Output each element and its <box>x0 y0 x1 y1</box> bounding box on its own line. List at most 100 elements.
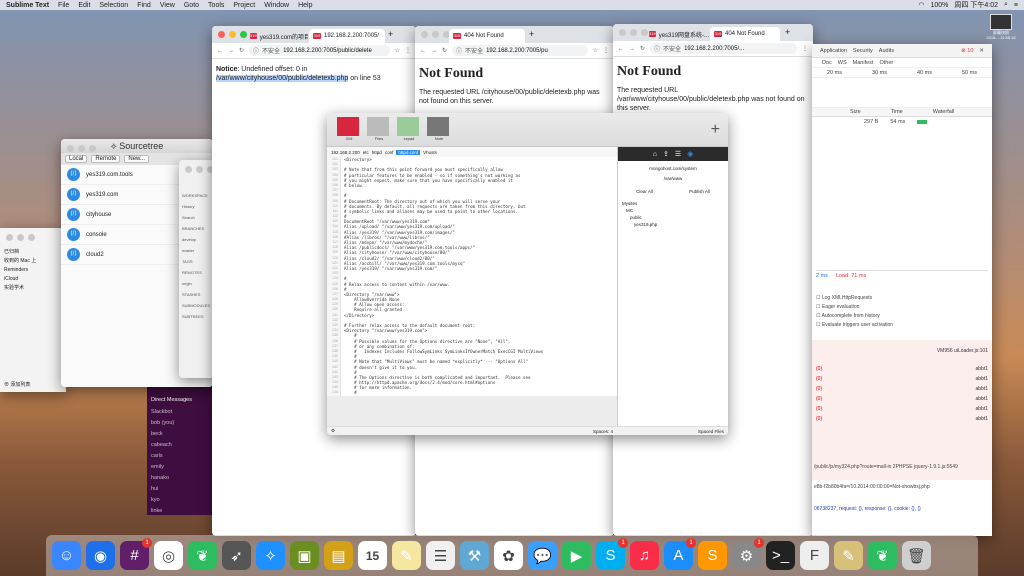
dock-facetime-icon[interactable]: ▶ <box>562 541 591 570</box>
window-controls[interactable] <box>218 31 247 38</box>
new-button[interactable]: New... <box>124 155 150 163</box>
dock-rocket-icon[interactable]: ➶ <box>222 541 251 570</box>
sidebar-item[interactable]: Search <box>182 212 210 223</box>
new-tab-button[interactable]: + <box>529 29 534 39</box>
notes-list-item[interactable]: 实验学术 <box>4 284 36 293</box>
open-file-thumb[interactable]: Note <box>427 117 451 141</box>
console-source[interactable]: abbt1 <box>975 406 988 412</box>
menu-find[interactable]: Find <box>137 2 151 9</box>
dock-terminal-icon[interactable]: >_ <box>766 541 795 570</box>
upload-icon[interactable]: ⇪ <box>663 150 669 158</box>
tab-security[interactable]: Security <box>853 48 873 54</box>
globe-icon[interactable]: ◉ <box>687 150 693 158</box>
back-icon[interactable]: ← <box>420 48 426 54</box>
dock-messages-icon[interactable]: 💬 <box>528 541 557 570</box>
address-input[interactable]: ⓘ 不安全 192.168.2.200:7005/pu <box>452 45 588 56</box>
dm-item[interactable]: Slackbot <box>151 407 213 418</box>
sidebar-item[interactable]: STASHES <box>182 289 210 300</box>
col-time[interactable]: Time <box>891 109 903 115</box>
dock-app-store-icon[interactable]: A1 <box>664 538 696 570</box>
sidebar-item[interactable]: develop <box>182 234 210 245</box>
dock-reminders-icon[interactable]: ☰ <box>426 541 455 570</box>
open-file-thumb[interactable]: xxpad <box>397 117 421 141</box>
dock-sublime-icon[interactable]: S <box>698 541 727 570</box>
sidebar-item[interactable]: WORKSPACE <box>182 190 210 201</box>
tab-audits[interactable]: Audits <box>879 48 894 54</box>
menu-app-name[interactable]: Sublime Text <box>6 2 49 9</box>
tree-node[interactable]: public <box>622 214 728 221</box>
star-icon[interactable]: ☆ <box>593 47 598 54</box>
dm-item[interactable]: bob (you) <box>151 418 213 429</box>
sidebar-item[interactable]: History <box>182 201 210 212</box>
menu-selection[interactable]: Selection <box>99 2 128 9</box>
dock-photos-icon[interactable]: ✿ <box>494 541 523 570</box>
back-icon[interactable]: ← <box>217 48 223 54</box>
clear-all-button[interactable]: Clear All <box>636 189 653 194</box>
tab-active[interactable]: 319 404 Not Found <box>449 29 525 43</box>
menu-file[interactable]: File <box>58 2 69 9</box>
notes-list-item[interactable]: iCloud <box>4 275 36 284</box>
col-size[interactable]: Size <box>850 109 861 115</box>
dm-item[interactable]: carls <box>151 451 213 462</box>
menu-view[interactable]: View <box>160 2 175 9</box>
menu-help[interactable]: Help <box>298 2 312 9</box>
notes-list-item[interactable]: Reminders <box>4 266 36 275</box>
dock-slack-icon[interactable]: #1 <box>120 538 152 570</box>
sidebar-item[interactable]: SUBTREES <box>182 311 210 322</box>
console-option[interactable]: ☐ Evaluate triggers user activation <box>816 321 988 330</box>
sidebar-item[interactable]: master <box>182 245 210 256</box>
dock-trash-icon[interactable]: 🗑 <box>902 541 931 570</box>
back-icon[interactable]: ← <box>618 46 624 52</box>
dock-chrome-icon[interactable]: ◎ <box>154 541 183 570</box>
tree-node[interactable]: MC <box>622 207 728 214</box>
console-source[interactable]: abbt1 <box>975 416 988 422</box>
forward-icon[interactable]: → <box>228 48 234 54</box>
menu-window[interactable]: Window <box>264 2 289 9</box>
dock-system-preferences-icon[interactable]: ⚙ 1 <box>732 538 764 570</box>
filter-other[interactable]: Other <box>879 60 893 66</box>
indent-setting[interactable]: Spaces: 4 <box>593 429 613 434</box>
menu-goto[interactable]: Goto <box>184 2 199 9</box>
tab-active[interactable]: 319 192.168.2.200:7005/ <box>309 29 385 43</box>
add-icon[interactable]: + <box>711 121 720 139</box>
dock-evernote2-icon[interactable]: ❦ <box>868 541 897 570</box>
tab-active[interactable]: 319 404 Not Found <box>710 27 780 41</box>
dock-music-icon[interactable]: ♫ <box>630 541 659 570</box>
add-list-button[interactable]: ⊕ 添加列表 <box>4 381 30 388</box>
dock-xcode-icon[interactable]: ⚒ <box>460 541 489 570</box>
dm-item[interactable]: linke <box>151 506 213 517</box>
desktop-file[interactable]: 屏幕快照 2018-...12.55.16 <box>984 14 1018 44</box>
window-controls[interactable] <box>421 31 450 38</box>
breadcrumb-item[interactable]: etc <box>363 150 369 155</box>
search-icon[interactable]: ⌕ <box>1004 1 1008 9</box>
network-row[interactable]: 297 B 54 ms <box>812 117 992 126</box>
notes-list-item[interactable]: 收到的 Mac 上 <box>4 257 36 266</box>
dm-item[interactable]: hui <box>151 484 213 495</box>
breadcrumb-item[interactable]: httpd <box>372 150 382 155</box>
tree-node[interactable]: Mysites <box>622 200 728 207</box>
close-icon[interactable]: ✕ <box>979 48 984 54</box>
console-source[interactable]: abbt1 <box>975 376 988 382</box>
tab-yes319[interactable]: 319 yes319网盘系统-... <box>645 27 709 41</box>
reload-icon[interactable]: ↻ <box>239 47 244 54</box>
list-icon[interactable]: ☰ <box>675 150 681 158</box>
tab-yes319[interactable]: 319 yes319.com的项目 <box>246 29 308 43</box>
filter-doc[interactable]: Doc <box>822 60 832 66</box>
clock[interactable]: 周四 下午4:02 <box>954 0 998 10</box>
reload-icon[interactable]: ↻ <box>640 45 645 52</box>
home-icon[interactable]: ⌂ <box>653 151 657 158</box>
notes-list-item[interactable]: 已归档 <box>4 248 36 257</box>
new-tab-button[interactable]: + <box>785 27 790 37</box>
dock-notes3-icon[interactable]: ✎ <box>834 541 863 570</box>
console-source[interactable]: abbt1 <box>975 396 988 402</box>
dock-safari-icon[interactable]: ✧ <box>256 541 285 570</box>
remote-tab[interactable]: Remote <box>91 155 121 163</box>
menu-icon[interactable]: ⋮ <box>802 45 808 52</box>
open-file-thumb[interactable]: Files <box>367 117 391 141</box>
dock-finder-icon[interactable]: ☺ <box>52 541 81 570</box>
dock-skype-icon[interactable]: S1 <box>596 538 628 570</box>
sidebar-item[interactable]: BRANCHES <box>182 223 210 234</box>
publish-all-button[interactable]: Publish All <box>689 189 710 194</box>
menu-icon[interactable]: ⋮ <box>603 47 609 54</box>
notification-icon[interactable]: ≡ <box>1014 2 1018 9</box>
